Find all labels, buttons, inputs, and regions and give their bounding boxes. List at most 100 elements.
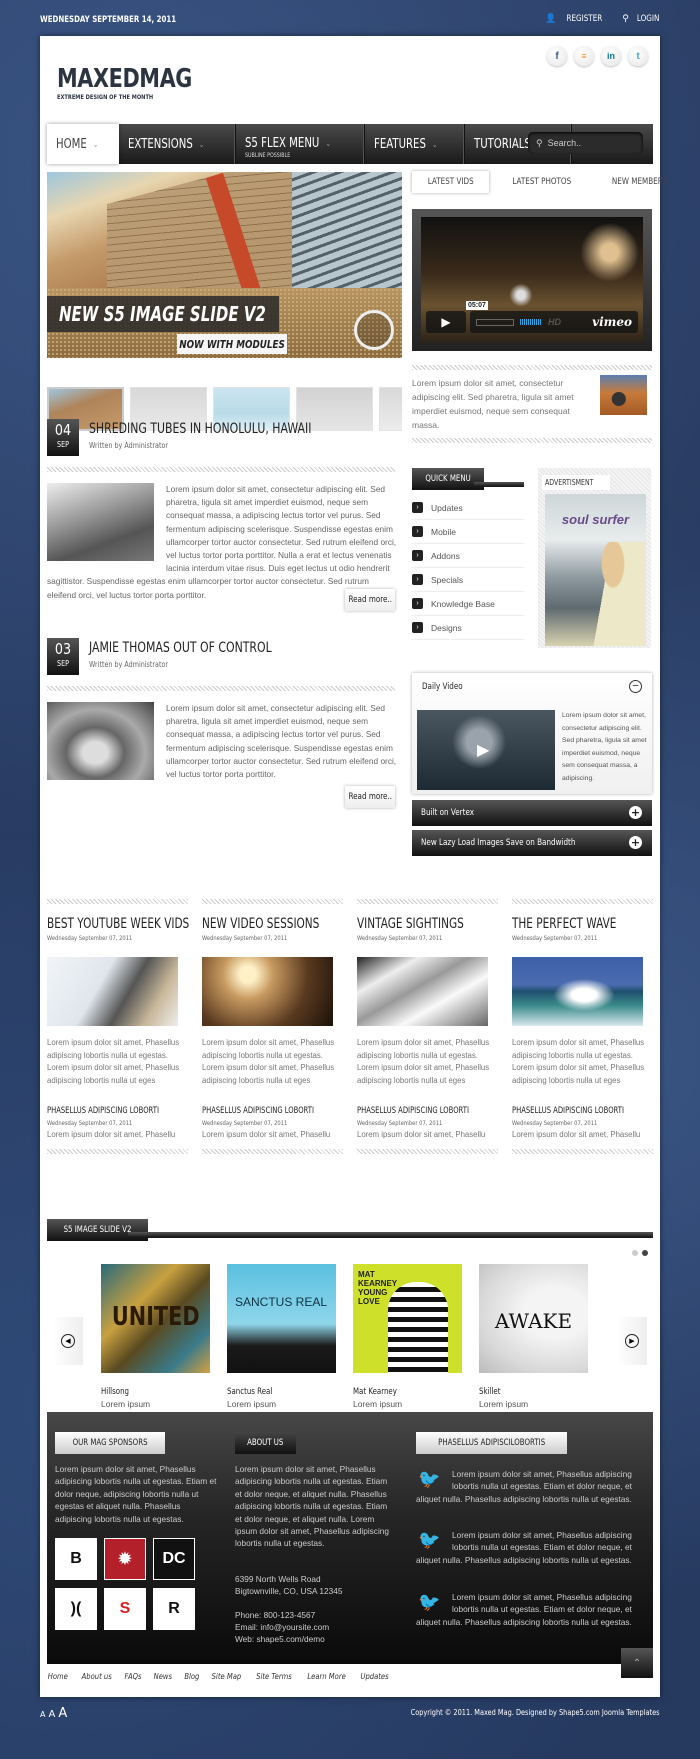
rusty-logo[interactable]: R — [153, 1588, 195, 1630]
quick-menu-item[interactable]: › Knowledge Base — [412, 592, 524, 616]
element-logo[interactable]: ✹ — [104, 1538, 146, 1580]
album-name[interactable]: Mat Kearney — [353, 1387, 438, 1397]
album-name[interactable]: Sanctus Real — [227, 1387, 312, 1397]
hurley-logo[interactable]: )( — [55, 1588, 97, 1630]
font-size-small[interactable]: A — [40, 1710, 45, 1719]
chevron-down-icon: ⌄ — [93, 139, 99, 149]
article-image[interactable] — [47, 702, 154, 780]
website[interactable]: Web: shape5.com/demo — [235, 1633, 325, 1645]
quick-menu-item[interactable]: › Mobile — [412, 520, 524, 544]
read-more-button[interactable]: Read more.. — [345, 786, 395, 808]
back-to-top-button[interactable]: ⌃ — [621, 1648, 653, 1678]
album-cover[interactable]: AWAKE — [479, 1264, 588, 1373]
tweet: 🐦 Lorem ipsum dolor sit amet, Phasellus a… — [416, 1530, 632, 1565]
album-cover[interactable]: SANCTUS REAL — [227, 1264, 336, 1373]
album-cover[interactable]: UNITED — [101, 1264, 210, 1373]
play-button[interactable]: ▶ — [426, 311, 466, 333]
column-title[interactable]: THE PERFECT WAVE — [512, 916, 618, 932]
nav-item-home[interactable]: HOME ⌄ — [47, 124, 120, 164]
advert-poster[interactable]: soul surfer — [545, 494, 646, 646]
column-subtitle[interactable]: PHASELLUS ADIPISCING LOBORTI — [357, 1106, 470, 1116]
chevron-down-icon: ⌄ — [325, 138, 331, 148]
slide-caption: NEW S5 IMAGE SLIDE V2 — [47, 296, 279, 332]
column-subtitle[interactable]: PHASELLUS ADIPISCING LOBORTI — [512, 1106, 625, 1116]
nav-item-extensions[interactable]: EXTENSIONS ⌄ — [119, 124, 236, 164]
article-title[interactable]: SHREDING TUBES IN HONOLULU, HAWAII — [89, 421, 311, 437]
advert-title: ADVERTISMENT — [542, 475, 611, 490]
dc-logo[interactable]: DC — [153, 1538, 195, 1580]
next-button[interactable]: ▶ — [617, 1317, 647, 1365]
nav-item-features[interactable]: FEATURES ⌄ — [365, 124, 466, 164]
font-size-large[interactable]: A — [58, 1706, 67, 1721]
prev-button[interactable]: ◀ — [53, 1317, 83, 1365]
footer-link-blog[interactable]: Blog — [184, 1672, 199, 1681]
tab-latest-photos[interactable]: LATEST PHOTOS — [495, 171, 589, 193]
footer-link-terms[interactable]: Site Terms — [256, 1672, 292, 1681]
footer-link-sitemap[interactable]: Site Map — [212, 1672, 242, 1681]
column-subtitle[interactable]: PHASELLUS ADIPISCING LOBORTI — [202, 1106, 315, 1116]
video-progress[interactable] — [476, 318, 514, 326]
footer-panel: OUR MAG SPONSORS Lorem ipsum dolor sit a… — [47, 1412, 653, 1664]
burton-logo[interactable]: B — [55, 1538, 97, 1580]
column-title[interactable]: NEW VIDEO SESSIONS — [202, 916, 319, 932]
nav-item-s5-flex-menu[interactable]: S5 FLEX MENU ⌄ SUBLINE POSSIBLE — [236, 124, 365, 164]
footer-link-learn-more[interactable]: Learn More — [308, 1672, 346, 1681]
accordion-built-on-vertex[interactable]: Built on Vertex + — [412, 800, 652, 826]
font-size-medium[interactable]: A — [48, 1709, 55, 1720]
vimeo-logo[interactable]: vimeo — [592, 315, 632, 329]
column-image[interactable] — [512, 957, 643, 1026]
article-byline: Written by Administrator — [89, 441, 169, 450]
album-item: UNITED Hillsong Lorem ipsum — [101, 1264, 210, 1409]
page-dot[interactable] — [632, 1250, 638, 1256]
footer-link-updates[interactable]: Updates — [361, 1672, 389, 1681]
footer-link-about[interactable]: About us — [81, 1672, 111, 1681]
twitter-icon[interactable]: t — [628, 46, 648, 66]
key-icon: ⚲ — [622, 14, 629, 24]
read-more-button[interactable]: Read more.. — [345, 589, 395, 611]
site-logo[interactable]: MAXEDMAG EXTREME DESIGN OF THE MONTH — [57, 64, 226, 101]
daily-video-player[interactable]: ▶ — [417, 710, 555, 790]
tab-latest-vids[interactable]: LATEST VIDS — [412, 171, 490, 193]
quick-menu-item[interactable]: › Addons — [412, 544, 524, 568]
column-image[interactable] — [47, 957, 178, 1026]
quick-menu-item[interactable]: › Specials — [412, 568, 524, 592]
album-cover[interactable]: MAT KEARNEY YOUNG LOVE — [353, 1264, 462, 1373]
article-title[interactable]: JAMIE THOMAS OUT OF CONTROL — [89, 640, 272, 656]
collapse-icon[interactable]: – — [629, 680, 642, 693]
quick-menu-item[interactable]: › Updates — [412, 496, 524, 520]
article-image[interactable] — [47, 483, 154, 561]
accordion-lazy-load[interactable]: New Lazy Load Images Save on Bandwidth + — [412, 830, 652, 856]
album-name[interactable]: Skillet — [479, 1387, 564, 1397]
album-name[interactable]: Hillsong — [101, 1387, 186, 1397]
email[interactable]: Email: info@yoursite.com — [235, 1621, 329, 1633]
footer-link-home[interactable]: Home — [48, 1672, 68, 1681]
quick-menu-item[interactable]: › Designs — [412, 616, 524, 640]
column-title[interactable]: VINTAGE SIGHTINGS — [357, 916, 464, 932]
image-slideshow[interactable]: NEW S5 IMAGE SLIDE V2 NOW WITH MODULES — [47, 172, 402, 358]
linkedin-icon[interactable]: in — [601, 46, 621, 66]
register-link[interactable]: 👤 REGISTER — [545, 14, 606, 24]
search-input[interactable]: ⚲ Search.. — [528, 132, 643, 154]
page-dot-active[interactable] — [642, 1250, 648, 1256]
chevron-down-icon: ⌄ — [432, 139, 438, 149]
column-image[interactable] — [357, 957, 488, 1026]
login-link[interactable]: ⚲ LOGIN — [622, 14, 662, 24]
video-time: 05:07 — [466, 301, 488, 310]
volume-slider[interactable] — [520, 319, 542, 325]
sponsor-logos: B ✹ DC )( S R — [55, 1538, 195, 1630]
column-title[interactable]: BEST YOUTUBE WEEK VIDS — [47, 916, 189, 932]
user-icon: 👤 — [545, 14, 557, 24]
facebook-icon[interactable]: f — [547, 46, 567, 66]
font-size-controls: A A A — [40, 1706, 67, 1721]
tab-new-members[interactable]: NEW MEMBERS — [595, 171, 684, 193]
footer-link-news[interactable]: News — [154, 1672, 172, 1681]
dirtbike-thumbnail[interactable] — [600, 375, 647, 415]
top-bar: WEDNESDAY SEPTEMBER 14, 2011 👤 REGISTER ⚲… — [0, 0, 700, 38]
video-player[interactable]: ▶ 05:07 HD vimeo — [412, 209, 652, 351]
footer-link-faqs[interactable]: FAQs — [125, 1672, 142, 1681]
column-image[interactable] — [202, 957, 333, 1026]
hd-toggle[interactable]: HD — [548, 317, 561, 327]
rss-icon[interactable]: ≡ — [574, 46, 594, 66]
column-subtitle[interactable]: PHASELLUS ADIPISCING LOBORTI — [47, 1106, 160, 1116]
surf-logo[interactable]: S — [104, 1588, 146, 1630]
